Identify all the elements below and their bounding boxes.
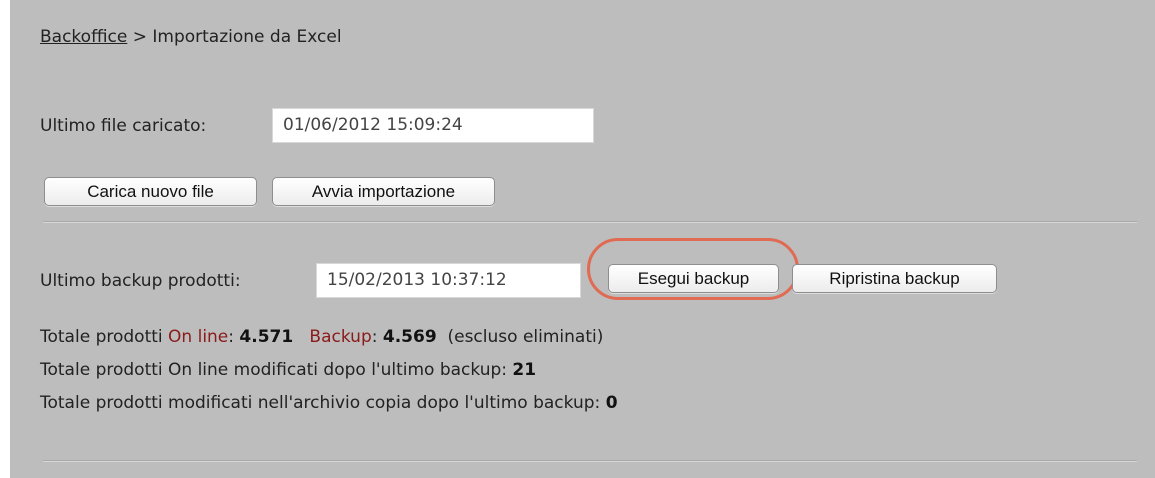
stats-archive-modified-value: 0 bbox=[605, 393, 618, 413]
divider bbox=[43, 221, 1137, 223]
stats-line-archive-modified: Totale prodotti modificati nell'archivio… bbox=[40, 393, 618, 413]
breadcrumb-current: Importazione da Excel bbox=[152, 27, 342, 47]
stats-online-label: On line bbox=[168, 327, 229, 347]
breadcrumb: Backoffice > Importazione da Excel bbox=[40, 27, 342, 47]
upload-file-button[interactable]: Carica nuovo file bbox=[44, 177, 257, 206]
backoffice-panel: Backoffice > Importazione da Excel Ultim… bbox=[10, 0, 1155, 478]
restore-backup-button[interactable]: Ripristina backup bbox=[792, 264, 997, 293]
stats-totals-prefix: Totale prodotti bbox=[40, 327, 169, 347]
run-backup-button[interactable]: Esegui backup bbox=[608, 264, 779, 293]
stats-online-modified-label: Totale prodotti On line modificati dopo … bbox=[40, 360, 508, 380]
last-backup-label: Ultimo backup prodotti: bbox=[40, 271, 241, 291]
stats-totals-suffix: (escluso eliminati) bbox=[447, 327, 604, 347]
stats-backup-label: Backup bbox=[309, 327, 372, 347]
stats-online-modified-value: 21 bbox=[512, 360, 537, 380]
start-import-button[interactable]: Avvia importazione bbox=[272, 177, 495, 206]
stats-online-value: 4.571 bbox=[239, 327, 294, 347]
breadcrumb-separator: > bbox=[132, 27, 147, 47]
divider bbox=[43, 460, 1137, 462]
stats-backup-value: 4.569 bbox=[382, 327, 437, 347]
last-file-label: Ultimo file caricato: bbox=[40, 116, 207, 136]
stats-line-online-modified: Totale prodotti On line modificati dopo … bbox=[40, 360, 536, 380]
last-backup-field[interactable]: 15/02/2013 10:37:12 bbox=[316, 263, 581, 298]
last-file-field[interactable]: 01/06/2012 15:09:24 bbox=[272, 108, 594, 143]
stats-archive-modified-label: Totale prodotti modificati nell'archivio… bbox=[40, 393, 601, 413]
stats-line-totals: Totale prodotti On line: 4.571 Backup: 4… bbox=[40, 327, 604, 347]
breadcrumb-link-backoffice[interactable]: Backoffice bbox=[40, 27, 127, 47]
